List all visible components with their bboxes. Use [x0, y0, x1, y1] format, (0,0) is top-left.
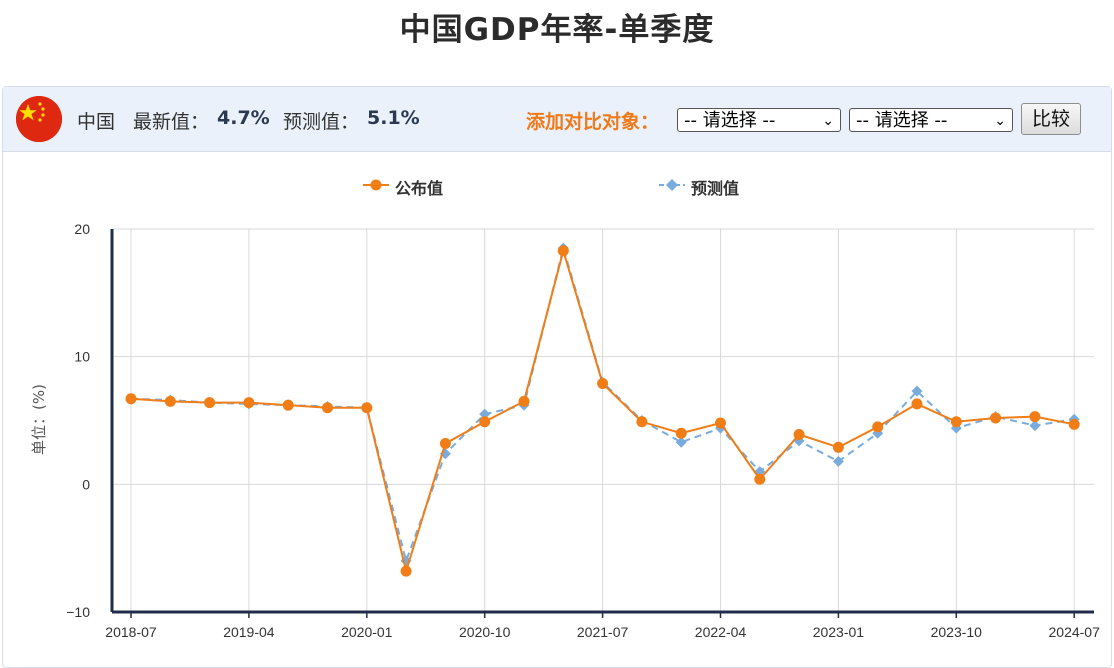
- x-tick-label: 2020-10: [459, 624, 511, 640]
- y-tick-label: 10: [74, 349, 90, 365]
- published-point: [361, 402, 373, 414]
- published-point: [990, 412, 1002, 424]
- published-point: [636, 416, 648, 428]
- published-point: [597, 377, 609, 389]
- published-point: [715, 417, 726, 429]
- published-point: [282, 399, 294, 411]
- y-tick-label: 0: [82, 476, 90, 492]
- published-point: [675, 427, 687, 439]
- published-point: [204, 397, 216, 409]
- published-point: [911, 398, 923, 410]
- published-point: [872, 421, 884, 433]
- x-tick-label: 2023-10: [931, 624, 983, 640]
- published-point: [479, 416, 491, 428]
- y-tick-label: 20: [74, 221, 90, 237]
- published-point: [1029, 411, 1041, 423]
- published-point: [125, 393, 137, 405]
- published-point: [400, 565, 412, 577]
- x-tick-label: 2018-07: [105, 624, 157, 640]
- published-point: [754, 473, 766, 485]
- published-point: [243, 397, 255, 409]
- published-point: [832, 441, 844, 453]
- published-point: [518, 395, 530, 407]
- x-tick-label: 2021-07: [577, 624, 629, 640]
- published-point: [439, 437, 451, 449]
- published-point: [950, 416, 962, 428]
- x-tick-label: 2024-07: [1049, 624, 1101, 640]
- gdp-line-chart: 20 10 0 −10 2018-07 2019-04 2020-01 2020-10 2021…: [30, 221, 1101, 640]
- x-tick-label: 2023-01: [813, 624, 865, 640]
- published-point: [793, 429, 805, 441]
- x-tick-label: 2019-04: [223, 624, 275, 640]
- published-point: [1068, 418, 1080, 430]
- published-point: [557, 245, 569, 257]
- y-axis-title: 单位：(%): [30, 384, 48, 455]
- x-tick-label: 2022-04: [695, 624, 747, 640]
- y-tick-label: −10: [66, 604, 90, 620]
- x-tick-label: 2020-01: [341, 624, 393, 640]
- published-point: [322, 402, 333, 414]
- published-point: [164, 395, 176, 407]
